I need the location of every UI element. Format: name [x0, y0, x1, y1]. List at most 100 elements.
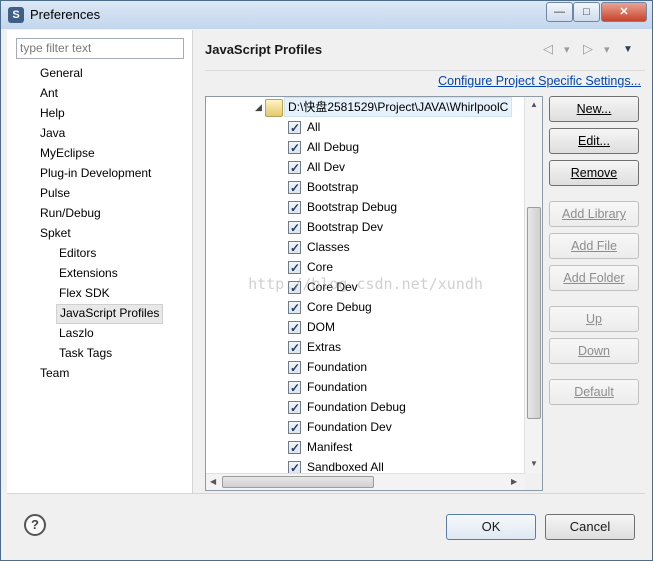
expand-arrow-icon[interactable]: ◢ — [255, 97, 262, 117]
checkmark-icon: ✓ — [290, 141, 301, 155]
new-button[interactable]: New... — [549, 96, 639, 122]
remove-button[interactable]: Remove — [549, 160, 639, 186]
nav-item[interactable]: Task Tags — [56, 344, 115, 362]
profile-row[interactable]: ✓ Foundation Dev — [206, 417, 525, 437]
profile-checkbox[interactable]: ✓ — [288, 221, 301, 235]
back-arrow-icon[interactable]: ◁ — [543, 41, 553, 57]
folder-gear-icon — [265, 99, 283, 117]
profile-row[interactable]: ✓ Core — [206, 257, 525, 277]
forward-arrow-icon[interactable]: ▷ — [583, 41, 593, 57]
profile-checkbox[interactable]: ✓ — [288, 121, 301, 135]
profile-checkbox[interactable]: ✓ — [288, 261, 301, 275]
nav-item[interactable]: Ant — [37, 84, 61, 102]
watermark: http://blog.csdn.net/xundh — [248, 275, 483, 293]
profile-label: All Debug — [307, 140, 360, 154]
profile-row[interactable]: ✓ Bootstrap Dev — [206, 217, 525, 237]
checkmark-icon: ✓ — [290, 161, 301, 175]
up-button[interactable]: Up — [549, 306, 639, 332]
nav-item[interactable]: Pulse — [37, 184, 73, 202]
nav-item[interactable]: General — [37, 64, 86, 82]
profile-checkbox[interactable]: ✓ — [288, 341, 301, 355]
cancel-button[interactable]: Cancel — [545, 514, 635, 540]
profile-row[interactable]: ✓ Classes — [206, 237, 525, 257]
nav-item[interactable]: Team — [37, 364, 72, 382]
scrollbar-corner — [525, 473, 542, 490]
profile-tree: ◢ D:\快盘2581529\Project\JAVA\WhirlpoolC ✓… — [205, 96, 543, 491]
profile-checkbox[interactable]: ✓ — [288, 141, 301, 155]
checkmark-icon: ✓ — [290, 421, 301, 435]
checkmark-icon: ✓ — [290, 361, 301, 375]
profile-row[interactable]: ✓ All — [206, 117, 525, 137]
default-button[interactable]: Default — [549, 379, 639, 405]
tree-root-label: D:\快盘2581529\Project\JAVA\WhirlpoolC — [284, 97, 513, 117]
scroll-right-arrow-icon[interactable]: ▶ — [511, 477, 517, 486]
nav-item[interactable]: Laszlo — [56, 324, 97, 342]
profile-checkbox[interactable]: ✓ — [288, 161, 301, 175]
configure-project-link[interactable]: Configure Project Specific Settings... — [438, 74, 641, 88]
checkmark-icon: ✓ — [290, 121, 301, 135]
profile-row[interactable]: ✓ Manifest — [206, 437, 525, 457]
profile-row[interactable]: ✓ All Dev — [206, 157, 525, 177]
back-menu-icon[interactable]: ▾ — [564, 43, 570, 56]
profile-row[interactable]: ✓ Core Debug — [206, 297, 525, 317]
profile-checkbox[interactable]: ✓ — [288, 321, 301, 335]
nav-item[interactable]: JavaScript Profiles — [56, 304, 164, 324]
profile-checkbox[interactable]: ✓ — [288, 241, 301, 255]
close-button[interactable]: ✕ — [601, 2, 647, 22]
profile-row[interactable]: ✓ All Debug — [206, 137, 525, 157]
scroll-down-arrow-icon[interactable]: ▼ — [530, 459, 538, 468]
minimize-button[interactable]: — — [546, 2, 573, 22]
tree-root-row[interactable]: ◢ D:\快盘2581529\Project\JAVA\WhirlpoolC — [206, 97, 526, 117]
profile-checkbox[interactable]: ✓ — [288, 201, 301, 215]
checkmark-icon: ✓ — [290, 321, 301, 335]
add-folder-button[interactable]: Add Folder — [549, 265, 639, 291]
nav-item[interactable]: Run/Debug — [37, 204, 104, 222]
profile-checkbox[interactable]: ✓ — [288, 181, 301, 195]
profile-row[interactable]: ✓ Foundation — [206, 377, 525, 397]
maximize-button[interactable]: □ — [573, 2, 600, 22]
profile-label: Core — [307, 260, 334, 274]
checkmark-icon: ✓ — [290, 201, 301, 215]
vertical-scrollbar[interactable]: ▲ ▼ — [524, 97, 542, 473]
add-file-button[interactable]: Add File — [549, 233, 639, 259]
dialog-footer: ? OK Cancel — [7, 493, 645, 554]
nav-item[interactable]: Extensions — [56, 264, 121, 282]
profile-row[interactable]: ✓ Extras — [206, 337, 525, 357]
forward-menu-icon[interactable]: ▾ — [604, 43, 610, 56]
nav-item[interactable]: Plug-in Development — [37, 164, 154, 182]
view-menu-icon[interactable]: ▼ — [623, 44, 633, 55]
scroll-left-arrow-icon[interactable]: ◀ — [210, 477, 216, 486]
nav-item[interactable]: Editors — [56, 244, 99, 262]
profile-checkbox[interactable]: ✓ — [288, 441, 301, 455]
profile-label: Classes — [307, 240, 350, 254]
profile-checkbox[interactable]: ✓ — [288, 381, 301, 395]
nav-item[interactable]: Java — [37, 124, 68, 142]
profile-row[interactable]: ✓ Bootstrap — [206, 177, 525, 197]
add-library-button[interactable]: Add Library — [549, 201, 639, 227]
nav-item[interactable]: Spket — [37, 224, 74, 242]
nav-item[interactable]: Flex SDK — [56, 284, 113, 302]
profile-row[interactable]: ✓ Bootstrap Debug — [206, 197, 525, 217]
horizontal-scroll-thumb[interactable] — [222, 476, 374, 488]
profile-checkbox[interactable]: ✓ — [288, 401, 301, 415]
profile-row[interactable]: ✓ DOM — [206, 317, 525, 337]
filter-input[interactable]: type filter text — [16, 38, 184, 59]
profile-checkbox[interactable]: ✓ — [288, 421, 301, 435]
down-button[interactable]: Down — [549, 338, 639, 364]
profile-checkbox[interactable]: ✓ — [288, 301, 301, 315]
profile-checkbox[interactable]: ✓ — [288, 361, 301, 375]
profile-row[interactable]: ✓ Foundation — [206, 357, 525, 377]
profile-label: Manifest — [307, 440, 353, 454]
vertical-scroll-thumb[interactable] — [527, 207, 541, 419]
nav-item[interactable]: Help — [37, 104, 68, 122]
checkmark-icon: ✓ — [290, 341, 301, 355]
profile-row[interactable]: ✓ Foundation Debug — [206, 397, 525, 417]
title-bar[interactable]: S Preferences — □ ✕ — [1, 1, 652, 29]
help-icon[interactable]: ? — [24, 514, 46, 536]
horizontal-scrollbar[interactable]: ◀ ▶ — [206, 473, 525, 490]
dialog-body: type filter text General Ant Help Java MyEcl… — [7, 30, 645, 554]
scroll-up-arrow-icon[interactable]: ▲ — [530, 100, 538, 109]
ok-button[interactable]: OK — [446, 514, 536, 540]
nav-item[interactable]: MyEclipse — [37, 144, 98, 162]
edit-button[interactable]: Edit... — [549, 128, 639, 154]
